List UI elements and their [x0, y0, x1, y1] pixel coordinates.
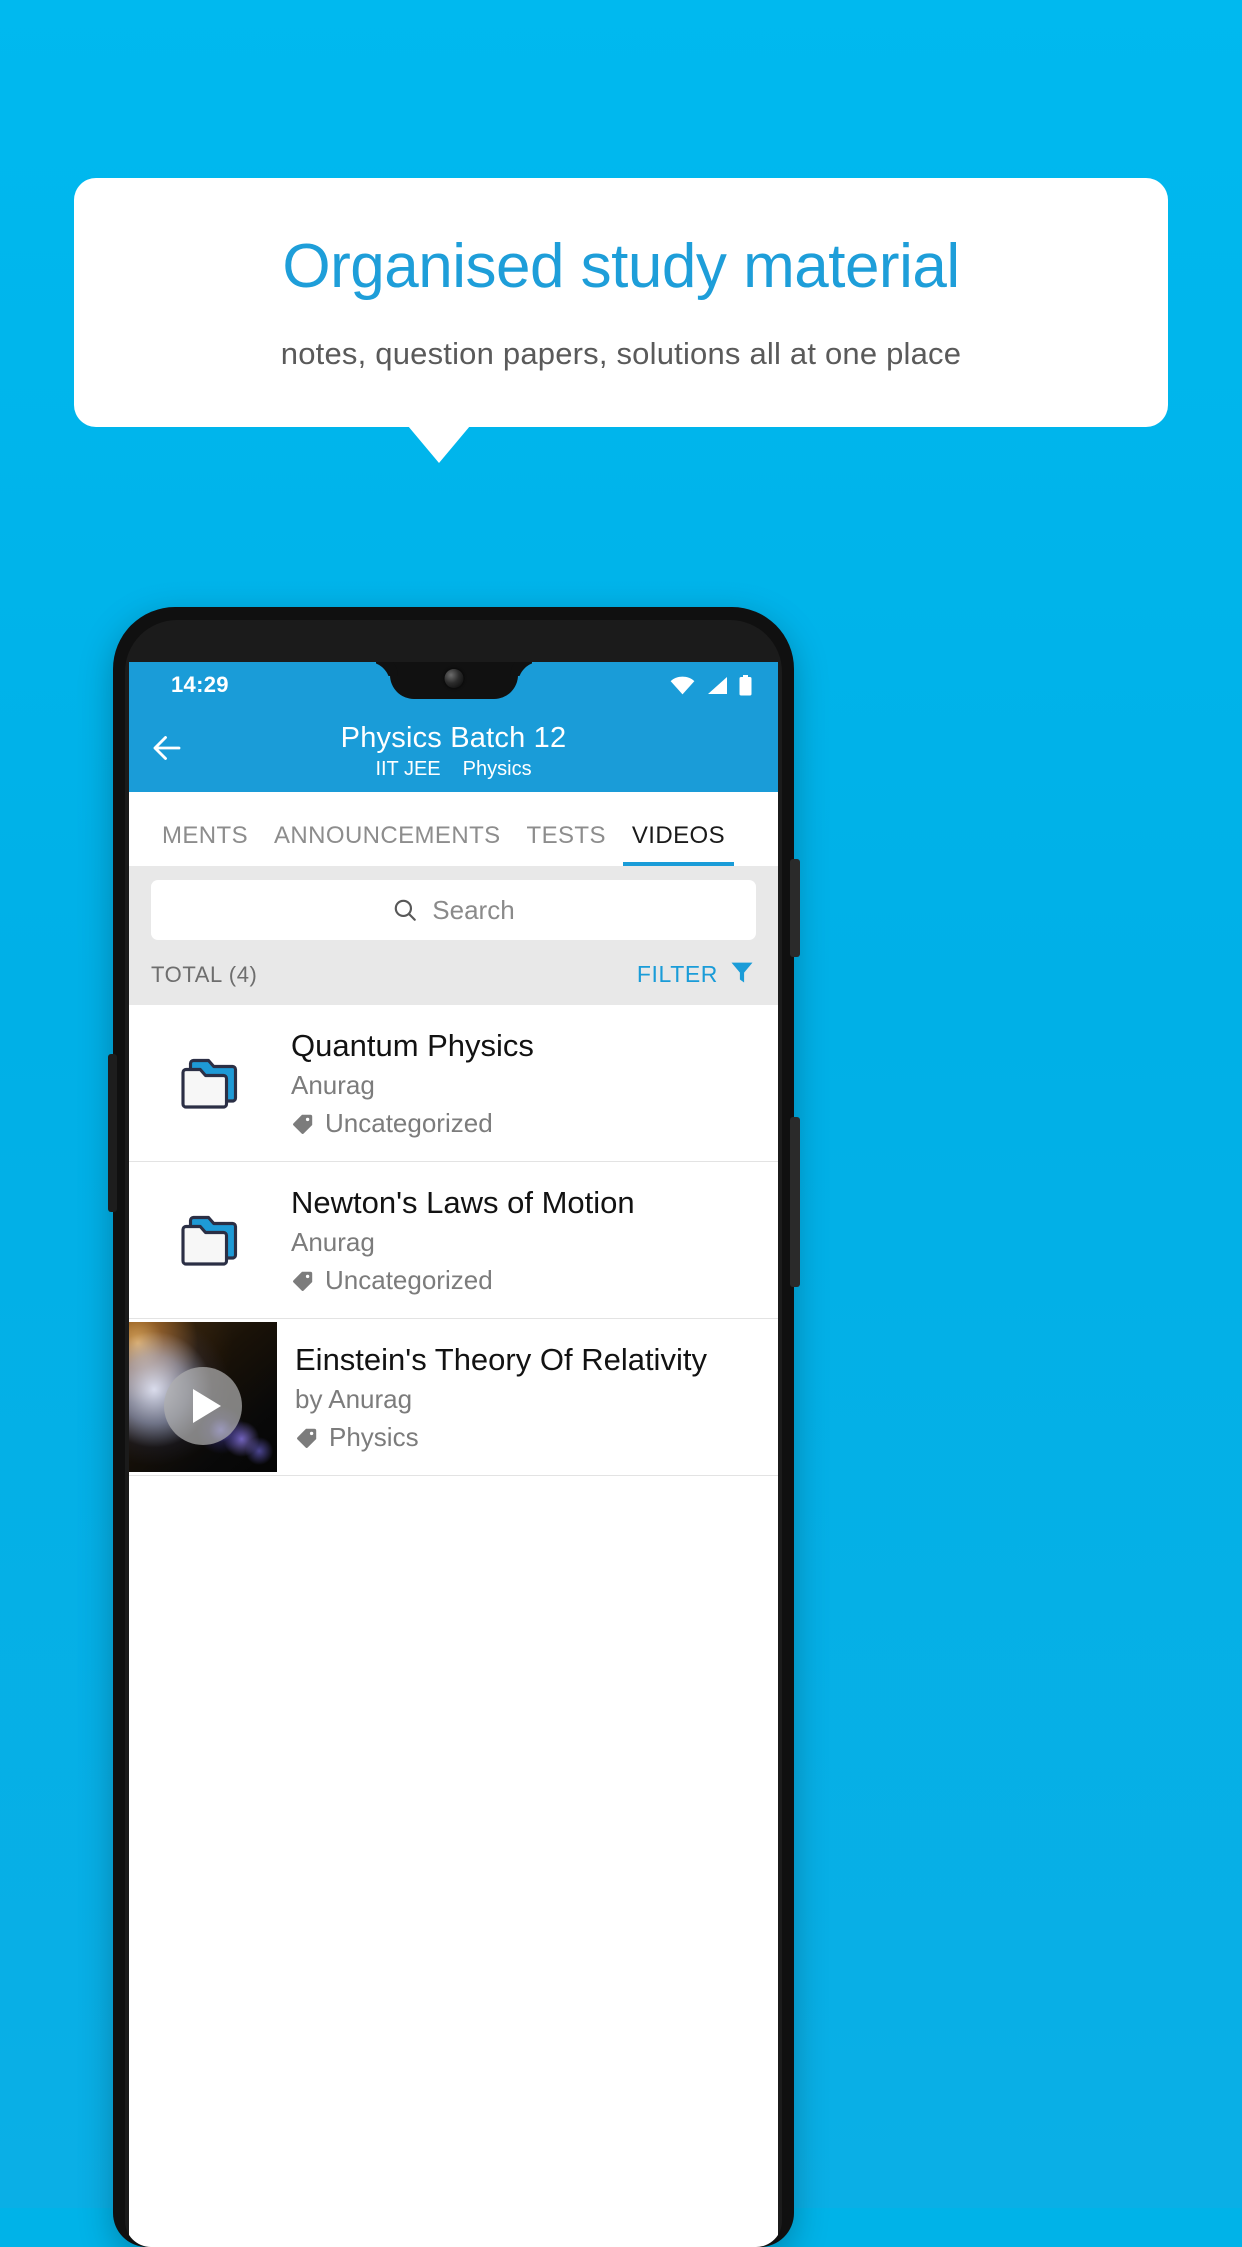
- list-item-author: Anurag: [291, 1070, 375, 1101]
- list-item-title: Einstein's Theory Of Relativity: [295, 1341, 707, 1377]
- tab-assignments[interactable]: MENTS: [149, 822, 261, 866]
- folder-icon: [129, 1053, 291, 1113]
- list-item-tag: Uncategorized: [291, 1108, 760, 1139]
- phone-side-button-left[interactable]: [108, 1054, 117, 1212]
- tab-announcements[interactable]: ANNOUNCEMENTS: [261, 822, 514, 866]
- list-item-title: Newton's Laws of Motion: [291, 1184, 635, 1220]
- app-bar-title: Physics Batch 12: [340, 722, 567, 754]
- wifi-icon: [670, 676, 695, 695]
- content-list: Quantum Physics Anurag Uncategorized New…: [129, 1005, 778, 1476]
- app-bar-subtitle: IIT JEE Physics: [129, 758, 778, 781]
- folder-icon: [129, 1210, 291, 1270]
- play-icon[interactable]: [164, 1367, 242, 1445]
- list-item-tag-label: Uncategorized: [325, 1108, 493, 1139]
- search-section: Search: [129, 866, 778, 940]
- list-item-title: Quantum Physics: [291, 1027, 534, 1063]
- total-count-label: TOTAL (4): [151, 961, 258, 987]
- list-item-author: Anurag: [291, 1227, 375, 1258]
- phone-bezel: 14:29 Physics Batch 12 IIT JEE Physics M…: [125, 620, 782, 2247]
- phone-volume-button[interactable]: [790, 859, 800, 957]
- list-item-tag: Physics: [295, 1422, 760, 1453]
- search-icon: [392, 897, 418, 923]
- tag-icon: [291, 1269, 315, 1293]
- list-item-tag-label: Physics: [329, 1422, 419, 1453]
- list-item[interactable]: Quantum Physics Anurag Uncategorized: [129, 1005, 778, 1162]
- app-bar: Physics Batch 12 IIT JEE Physics: [129, 708, 778, 792]
- callout-tail: [408, 426, 470, 463]
- funnel-icon: [728, 958, 756, 991]
- video-thumbnail[interactable]: [129, 1322, 277, 1472]
- front-camera: [444, 669, 463, 688]
- list-item-author: by Anurag: [295, 1384, 413, 1415]
- phone-mockup: 14:29 Physics Batch 12 IIT JEE Physics M…: [108, 607, 800, 2247]
- list-item-tag-label: Uncategorized: [325, 1265, 493, 1296]
- status-clock: 14:29: [171, 672, 229, 697]
- phone-screen: 14:29 Physics Batch 12 IIT JEE Physics M…: [129, 662, 778, 2247]
- app-bar-subtitle-subject: Physics: [462, 758, 532, 781]
- phone-power-button[interactable]: [790, 1117, 800, 1287]
- page-title: Organised study material: [282, 232, 960, 302]
- tab-tests[interactable]: TESTS: [514, 822, 619, 866]
- list-item-body: Newton's Laws of Motion Anurag Uncategor…: [291, 1174, 778, 1306]
- list-toolbar: TOTAL (4) FILTER: [129, 940, 778, 1005]
- back-arrow-icon[interactable]: [149, 730, 185, 766]
- tag-icon: [295, 1426, 319, 1450]
- callout-card: Organised study material notes, question…: [74, 178, 1168, 427]
- filter-button[interactable]: FILTER: [637, 958, 756, 991]
- tab-videos[interactable]: VIDEOS: [619, 822, 738, 866]
- phone-notch: [389, 662, 518, 699]
- list-item[interactable]: Newton's Laws of Motion Anurag Uncategor…: [129, 1162, 778, 1319]
- app-bar-titles: Physics Batch 12 IIT JEE Physics: [129, 722, 778, 781]
- status-icons: [670, 674, 752, 696]
- list-item-tag: Uncategorized: [291, 1265, 760, 1296]
- battery-icon: [739, 674, 752, 696]
- page-subtitle: notes, question papers, solutions all at…: [280, 335, 962, 371]
- list-item-body: Quantum Physics Anurag Uncategorized: [291, 1017, 778, 1149]
- list-item[interactable]: Einstein's Theory Of Relativity by Anura…: [129, 1319, 778, 1476]
- status-bar: 14:29: [129, 662, 778, 708]
- search-placeholder: Search: [432, 894, 515, 925]
- search-input[interactable]: Search: [151, 880, 756, 940]
- signal-icon: [706, 676, 728, 695]
- tab-bar: MENTS ANNOUNCEMENTS TESTS VIDEOS: [129, 792, 778, 866]
- filter-label: FILTER: [636, 961, 718, 987]
- tag-icon: [291, 1112, 315, 1136]
- list-item-body: Einstein's Theory Of Relativity by Anura…: [277, 1331, 778, 1463]
- app-bar-subtitle-exam: IIT JEE: [375, 758, 441, 781]
